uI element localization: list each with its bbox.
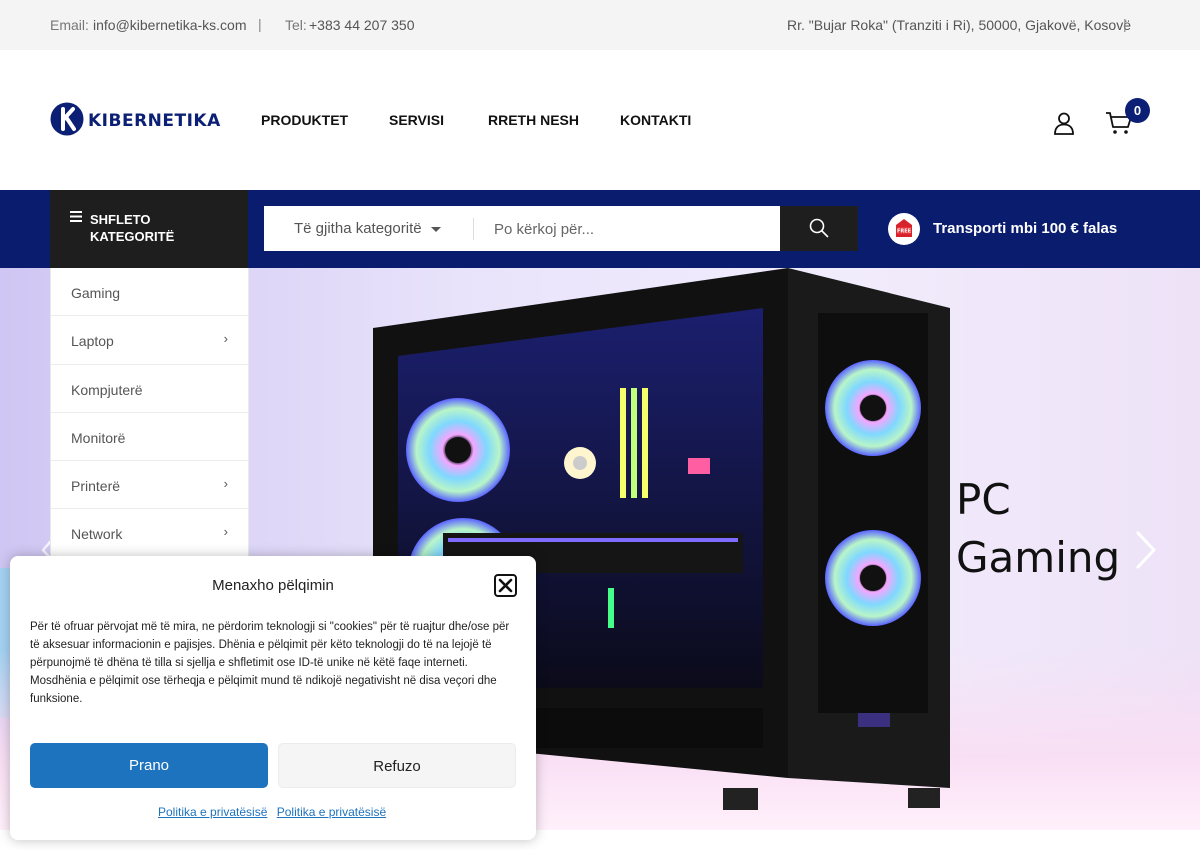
browse-categories-button[interactable]: SHFLETO KATEGORITË (50, 190, 248, 268)
cookie-policy-links: Politika e privatësisë Politika e privat… (158, 805, 392, 819)
tel-label: Tel: (285, 17, 307, 33)
top-bar: Email: info@kibernetika-ks.com | Tel: +3… (0, 0, 1200, 50)
close-icon[interactable] (494, 574, 517, 597)
category-item-network[interactable]: Network › (51, 509, 248, 558)
privacy-policy-link[interactable]: Politika e privatësisë (158, 805, 267, 819)
hero-title-line1: PC (956, 475, 1011, 524)
logo-text: KIBERNETIKA (88, 111, 221, 131)
category-label: Kompjuterë (71, 381, 143, 398)
address-text: Rr. "Bujar Roka" (Tranziti i Ri), 50000,… (787, 17, 1131, 33)
hero-title: PC Gaming (956, 471, 1120, 587)
search-icon (809, 218, 829, 238)
category-item-laptop[interactable]: Laptop › (51, 316, 248, 365)
tel-link[interactable]: +383 44 207 350 (309, 17, 415, 33)
cookie-dialog-title: Menaxho pëlqimin (212, 577, 334, 594)
chevron-down-icon (431, 227, 441, 232)
chevron-right-icon: › (223, 524, 228, 540)
email-label: Email: (50, 17, 89, 33)
search-form: Të gjitha kategoritë (264, 206, 780, 251)
free-shipping-text: Transporti mbi 100 € falas (933, 220, 1118, 237)
search-category-select[interactable]: Të gjitha kategoritë (294, 220, 422, 237)
topbar-separator-right: | (1123, 16, 1127, 32)
category-item-kompjutere[interactable]: Kompjuterë (51, 365, 248, 413)
menu-icon (70, 211, 82, 222)
free-shipping-icon: FREE (888, 213, 920, 245)
category-label: Network (71, 526, 123, 543)
cookie-consent-dialog: Menaxho pëlqimin Për të ofruar përvojat … (10, 556, 536, 840)
free-badge-text: FREE (897, 229, 912, 235)
category-menu: Gaming Laptop › Kompjuterë Monitorë Prin… (50, 268, 249, 558)
topbar-separator: | (258, 16, 262, 32)
logo-k-icon (50, 102, 84, 136)
accept-button[interactable]: Prano (30, 743, 268, 788)
browse-categories-label: SHFLETO KATEGORITË (90, 212, 175, 244)
chevron-right-icon: › (223, 331, 228, 347)
search-divider (473, 218, 474, 240)
category-search-bar: SHFLETO KATEGORITË Të gjitha kategoritë … (0, 190, 1200, 268)
nav-produktet[interactable]: PRODUKTET (261, 112, 348, 128)
hero-title-line2: Gaming (956, 533, 1121, 582)
category-label: Printerë (71, 478, 121, 495)
nav-servisi[interactable]: SERVISI (389, 112, 444, 128)
cookie-dialog-text: Për të ofruar përvojat më të mira, ne pë… (30, 621, 510, 705)
refuse-button[interactable]: Refuzo (278, 743, 516, 788)
privacy-policy-link-2[interactable]: Politika e privatësisë (277, 805, 386, 819)
user-account-icon[interactable] (1052, 111, 1076, 135)
cart-count-badge: 0 (1125, 98, 1150, 123)
site-header: KIBERNETIKA PRODUKTET SERVISI RRETH NESH… (0, 50, 1200, 190)
chevron-right-icon: › (223, 476, 228, 492)
search-button[interactable] (780, 206, 858, 251)
site-logo[interactable]: KIBERNETIKA (50, 101, 221, 137)
category-item-gaming[interactable]: Gaming (51, 268, 248, 317)
nav-kontakti[interactable]: KONTAKTI (620, 112, 691, 128)
slider-next-icon[interactable] (1133, 530, 1159, 570)
category-item-monitore[interactable]: Monitorë (51, 413, 248, 462)
category-item-printere[interactable]: Printerë › (51, 461, 248, 510)
category-label: Monitorë (71, 429, 126, 446)
category-label: Laptop (71, 333, 114, 350)
category-label: Gaming (71, 285, 121, 301)
email-link[interactable]: info@kibernetika-ks.com (93, 17, 247, 33)
search-input[interactable] (494, 214, 764, 244)
nav-rreth-nesh[interactable]: RRETH NESH (488, 112, 579, 128)
